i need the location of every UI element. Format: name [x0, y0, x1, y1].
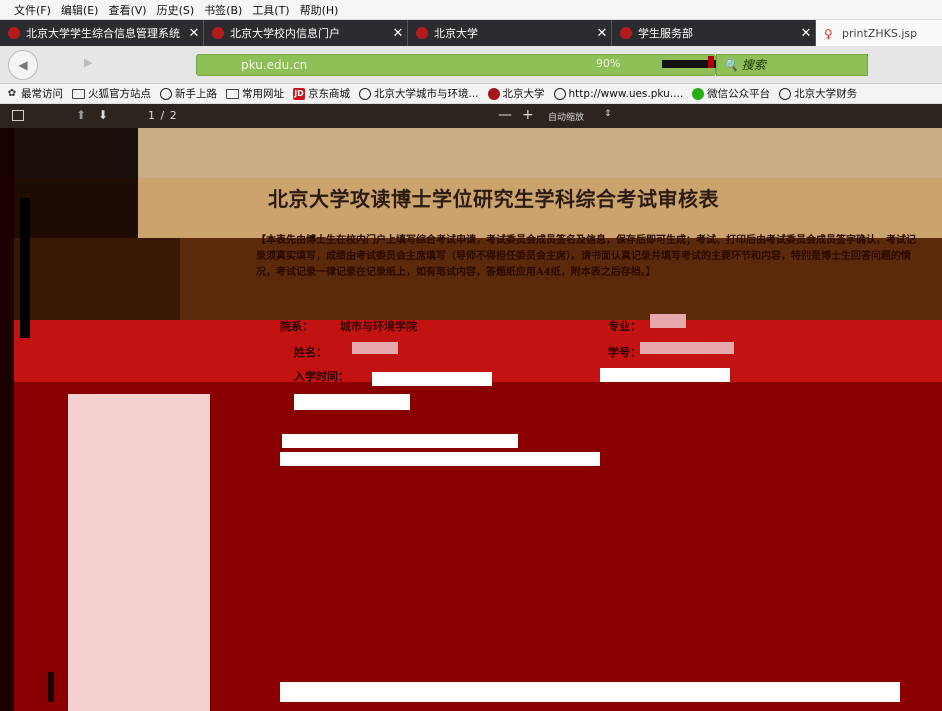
bookmark-label: 北京大学财务	[794, 88, 858, 100]
bookmark-pku-finance[interactable]: 北京大学财务	[779, 86, 857, 101]
menu-bar: 文件(F) 编辑(E) 查看(V) 历史(S) 书签(B) 工具(T) 帮助(H…	[0, 0, 942, 20]
document-title: 北京大学攻读博士学位研究生学科综合考试审核表	[268, 187, 719, 211]
globe-icon	[553, 87, 566, 100]
zoom-in-button[interactable]: +	[522, 107, 534, 123]
menu-view[interactable]: 查看(V)	[108, 2, 146, 18]
bookmark-label: 最常访问	[21, 88, 63, 100]
page-band	[68, 394, 210, 711]
menu-file[interactable]: 文件(F)	[14, 2, 51, 18]
tab-student-info-system[interactable]: 北京大学学生综合信息管理系统 ✕	[0, 20, 204, 46]
gear-icon: ✿	[7, 87, 17, 99]
menu-bookmarks[interactable]: 书签(B)	[204, 2, 242, 18]
major-label: 专业：	[608, 320, 641, 333]
folder-icon	[226, 88, 239, 99]
bookmark-firefox-site[interactable]: 火狐官方站点	[72, 86, 151, 101]
redacted-name	[352, 342, 398, 354]
page-band	[138, 128, 942, 178]
pku-favicon-icon	[8, 27, 20, 39]
folder-icon	[72, 88, 85, 99]
bookmark-label: 新手上路	[175, 88, 217, 100]
url-bar[interactable]: pku.edu.cn	[196, 54, 716, 76]
bookmark-label: 微信公众平台	[707, 88, 771, 100]
wechat-icon	[692, 87, 705, 100]
previous-page-icon[interactable]: ⬆	[76, 108, 86, 122]
navigation-bar: ◀ ▶ pku.edu.cn 90% 🔍 搜索	[0, 46, 942, 84]
pku-icon	[487, 87, 500, 100]
render-artifact	[294, 394, 410, 410]
menu-tools[interactable]: 工具(T)	[252, 2, 289, 18]
pku-favicon-icon	[416, 27, 428, 39]
tab-close-icon[interactable]: ✕	[389, 26, 407, 41]
page-band	[0, 128, 14, 711]
globe-icon	[359, 87, 371, 100]
chevron-down-icon[interactable]: ⇕	[604, 109, 612, 119]
name-label: 姓名：	[294, 346, 327, 359]
bookmark-label: http://www.ues.pku....	[568, 87, 684, 100]
pku-favicon-icon	[620, 27, 632, 39]
dept-value: 城市与环境学院	[340, 320, 417, 333]
student-id-label: 学号：	[608, 346, 641, 359]
tab-title: 北京大学	[434, 27, 478, 40]
bookmark-common-urls[interactable]: 常用网址	[226, 86, 284, 101]
tab-close-icon[interactable]: ✕	[593, 26, 611, 41]
bookmark-label: 北京大学	[502, 88, 545, 100]
pku-favicon-icon	[212, 27, 224, 39]
bookmark-wechat[interactable]: 微信公众平台	[692, 86, 770, 101]
tab-title: 北京大学学生综合信息管理系统	[26, 27, 180, 40]
forward-button[interactable]: ▶	[84, 56, 92, 69]
render-artifact	[280, 682, 900, 702]
render-artifact	[48, 672, 54, 702]
sidebar-toggle-icon[interactable]	[12, 110, 24, 121]
tab-title: printZHKS.jsp	[842, 26, 918, 40]
redacted-student-id	[640, 342, 734, 354]
render-artifact	[282, 434, 518, 448]
redacted-major	[650, 314, 686, 328]
jd-icon: JD	[293, 87, 305, 100]
bookmark-pku-urban[interactable]: 北京大学城市与环境...	[359, 86, 479, 101]
globe-icon	[160, 87, 172, 100]
back-button[interactable]: ◀	[8, 50, 38, 80]
pdf-favicon-icon: ♀	[824, 27, 833, 41]
bookmark-jd[interactable]: JD 京东商城	[293, 86, 350, 101]
render-artifact	[280, 452, 600, 466]
bookmark-pku[interactable]: 北京大学	[487, 86, 545, 101]
search-input[interactable]: 🔍 搜索	[716, 54, 868, 76]
page-band	[20, 198, 30, 338]
page-indicator[interactable]: 1 / 2	[148, 109, 178, 122]
zoom-indicator[interactable]: 90%	[596, 57, 620, 70]
menu-edit[interactable]: 编辑(E)	[61, 2, 99, 18]
tab-title: 学生服务部	[638, 27, 693, 40]
bookmark-getting-started[interactable]: 新手上路	[160, 86, 217, 101]
next-page-icon[interactable]: ⬇	[98, 108, 108, 122]
zoom-out-button[interactable]: —	[498, 107, 512, 123]
bookmark-most-visited[interactable]: ✿ 最常访问	[6, 86, 63, 101]
render-artifact	[372, 372, 492, 386]
menu-help[interactable]: 帮助(H)	[300, 2, 339, 18]
bookmark-label: 常用网址	[242, 88, 284, 100]
pdf-toolbar: ⬆ ⬇ 1 / 2 — + 自动缩放 ⇕	[0, 104, 942, 128]
bookmark-label: 京东商城	[308, 88, 350, 100]
tab-campus-portal[interactable]: 北京大学校内信息门户 ✕	[204, 20, 408, 46]
tab-close-icon[interactable]: ✕	[185, 26, 203, 41]
glitch-strip	[708, 56, 714, 68]
document-instructions: 【本表先由博士生在校内门户上填写综合考试申请，考试委员会成员签名及信息，保存后即…	[256, 235, 916, 278]
bookmarks-bar: ✿ 最常访问 火狐官方站点 新手上路 常用网址 JD 京东商城 北京大学城市与环境.…	[0, 84, 942, 104]
tab-close-icon[interactable]: ✕	[797, 26, 815, 41]
tab-strip: 北京大学学生综合信息管理系统 ✕ 北京大学校内信息门户 ✕ 北京大学 ✕ 学生服…	[0, 20, 942, 46]
tab-print-zhks[interactable]: ♀ printZHKS.jsp	[816, 20, 942, 46]
zoom-select[interactable]: 自动缩放	[548, 110, 584, 123]
enroll-label: 入学时间：	[294, 370, 349, 383]
bookmark-ues[interactable]: http://www.ues.pku....	[553, 87, 684, 100]
tab-title: 北京大学校内信息门户	[230, 27, 340, 40]
bookmark-label: 火狐官方站点	[88, 88, 151, 100]
pdf-viewport[interactable]: 北京大学攻读博士学位研究生学科综合考试审核表 【本表先由博士生在校内门户上填写综…	[0, 128, 942, 711]
tab-student-service[interactable]: 学生服务部 ✕	[612, 20, 816, 46]
render-artifact	[600, 368, 730, 382]
dept-label: 院系：	[280, 320, 313, 333]
menu-history[interactable]: 历史(S)	[157, 2, 195, 18]
search-placeholder: 搜索	[741, 58, 766, 72]
tab-pku[interactable]: 北京大学 ✕	[408, 20, 612, 46]
bookmark-label: 北京大学城市与环境...	[374, 88, 479, 100]
globe-icon	[779, 87, 792, 100]
